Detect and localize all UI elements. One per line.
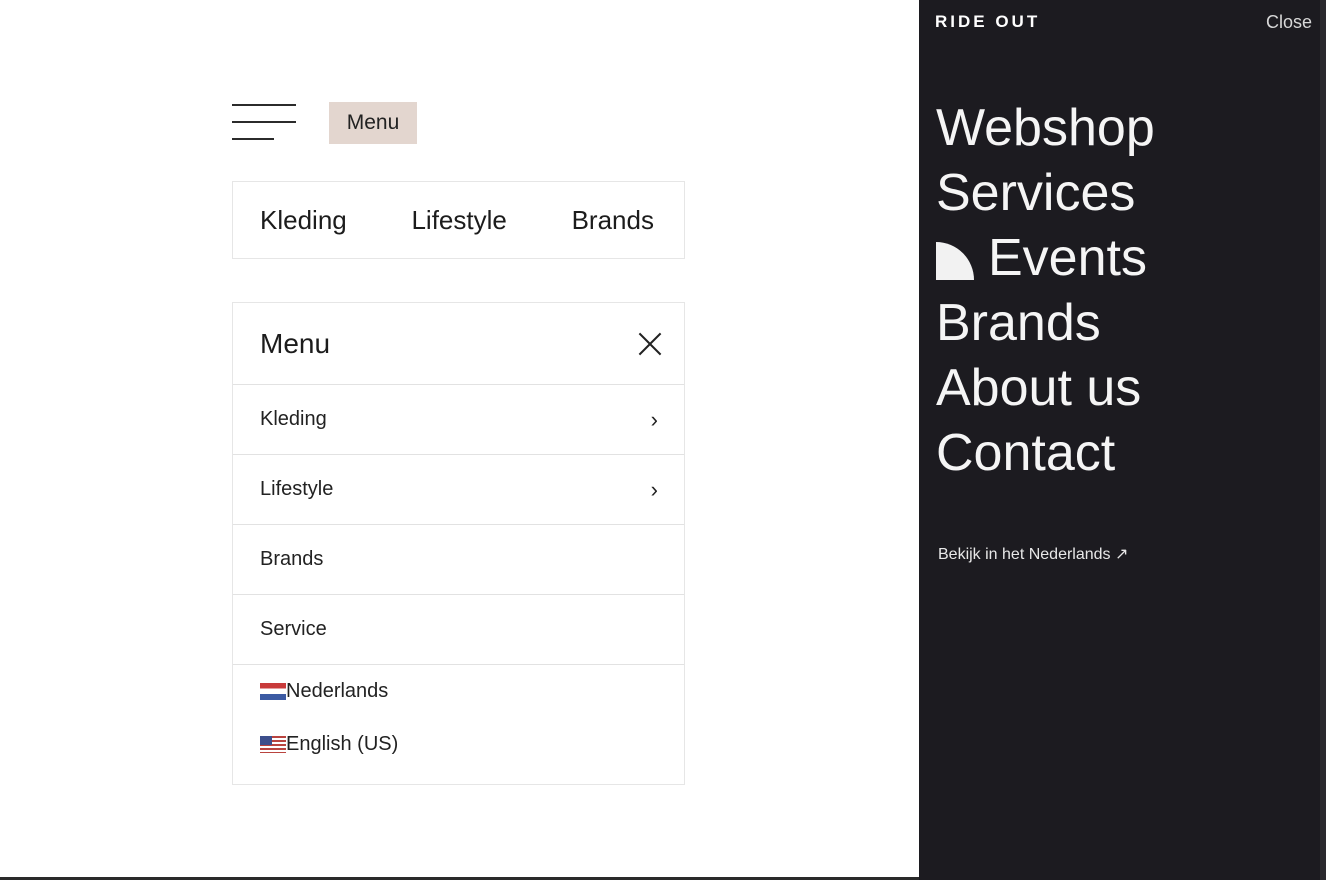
- menu-row-kleding[interactable]: Kleding ›: [233, 385, 684, 455]
- chevron-right-icon: ›: [650, 476, 658, 502]
- language-switch-link[interactable]: Bekijk in het Nederlands ↗: [938, 544, 1128, 564]
- top-nav-item-lifestyle[interactable]: Lifestyle: [411, 205, 506, 236]
- menu-row-label: Lifestyle: [260, 478, 334, 500]
- menu-tag-button[interactable]: Menu: [329, 102, 417, 144]
- top-nav: Kleding Lifestyle Brands: [232, 181, 685, 259]
- nl-flag-icon: [260, 683, 286, 700]
- language-option-en-us[interactable]: English (US): [233, 718, 684, 771]
- side-nav-item-brands[interactable]: Brands: [936, 291, 1155, 356]
- mobile-menu-title: Menu: [260, 327, 331, 359]
- us-flag-icon: [260, 736, 286, 753]
- top-nav-item-kleding[interactable]: Kleding: [260, 205, 347, 236]
- language-label: Nederlands: [286, 680, 389, 702]
- side-nav-item-label: Events: [988, 229, 1147, 287]
- close-icon[interactable]: [638, 332, 662, 356]
- menu-row-lifestyle[interactable]: Lifestyle ›: [233, 455, 684, 525]
- quarter-circle-icon: [936, 242, 974, 281]
- side-menu: RIDE OUT Close Webshop Services Events B…: [919, 0, 1326, 880]
- side-nav-item-contact[interactable]: Contact: [936, 421, 1155, 486]
- side-nav-item-services[interactable]: Services: [936, 161, 1155, 226]
- menu-row-label: Brands: [260, 548, 324, 570]
- side-menu-nav: Webshop Services Events Brands About us …: [936, 96, 1155, 486]
- side-nav-item-webshop[interactable]: Webshop: [936, 96, 1155, 161]
- side-nav-item-events[interactable]: Events: [936, 226, 1155, 291]
- menu-row-brands[interactable]: Brands: [233, 525, 684, 595]
- menu-row-label: Kleding: [260, 408, 327, 430]
- side-menu-scrollbar[interactable]: [1320, 0, 1326, 880]
- top-nav-item-brands[interactable]: Brands: [572, 205, 654, 236]
- chevron-right-icon: ›: [650, 406, 658, 432]
- mobile-menu-header: Menu: [233, 303, 684, 385]
- language-list: Nederlands English (US): [233, 665, 684, 771]
- side-nav-item-about-us[interactable]: About us: [936, 356, 1155, 421]
- language-label: English (US): [286, 733, 399, 755]
- brand-logo[interactable]: RIDE OUT: [935, 12, 1040, 32]
- close-menu-link[interactable]: Close: [1266, 12, 1312, 33]
- menu-row-service[interactable]: Service: [233, 595, 684, 665]
- menu-row-label: Service: [260, 618, 327, 640]
- hamburger-menu-icon[interactable]: [232, 104, 296, 140]
- mobile-menu-panel: Menu Kleding › Lifestyle › Brands Servic…: [232, 302, 685, 785]
- language-option-nl[interactable]: Nederlands: [233, 665, 684, 718]
